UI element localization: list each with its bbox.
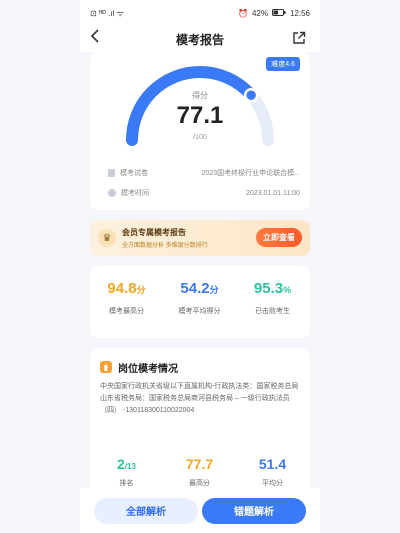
paper-value: 2023国考终极行业申论联合模... bbox=[201, 170, 300, 177]
score-label: 得分 bbox=[192, 91, 208, 100]
wrong-analysis-button[interactable]: 错题解析 bbox=[202, 497, 306, 524]
stat-average: 54.2分 模考平均得分 bbox=[163, 280, 236, 316]
share-icon[interactable] bbox=[292, 31, 306, 50]
paper-row: 模考试卷 2023国考终极行业申论联合模... bbox=[108, 166, 300, 180]
battery-level: 42% bbox=[251, 8, 268, 18]
score-total: /100 bbox=[193, 134, 207, 141]
stat-beaten-caption: 已击败考生 bbox=[255, 308, 290, 315]
position-title: 岗位模考情况 bbox=[118, 364, 178, 375]
stat-highest: 94.8分 模考最高分 bbox=[90, 280, 163, 316]
stat-highest-caption: 模考最高分 bbox=[109, 308, 144, 315]
alarm-icon: ⏰ bbox=[237, 8, 248, 18]
battery-icon bbox=[271, 8, 286, 18]
report-content: 难度4.6 得分 77.1 /100 模考试卷 2023国考终极行业申论联合模.… bbox=[80, 52, 320, 488]
vip-subtitle: 全方面数据分析 多维度分数排行 bbox=[122, 243, 208, 249]
status-left: ⊡ ᴴᴰ .ıl ᯤ bbox=[90, 8, 124, 19]
back-icon[interactable] bbox=[90, 29, 100, 48]
position-rank: 2/13 排名 bbox=[90, 456, 163, 488]
position-average: 51.4 平均分 bbox=[236, 456, 309, 488]
all-analysis-button[interactable]: 全部解析 bbox=[94, 497, 198, 524]
position-card: ▮ 岗位模考情况 中央国家行政机关省级以下直属机构-行政执法类：国家税务总局山东… bbox=[90, 348, 310, 488]
clock-icon bbox=[108, 189, 116, 197]
vip-title: 会员专属模考报告 bbox=[122, 228, 186, 237]
paper-label: 模考试卷 bbox=[120, 170, 148, 177]
stats-card: 94.8分 模考最高分 54.2分 模考平均得分 95.3% 已击败考生 bbox=[90, 266, 310, 338]
difficulty-badge: 难度4.6 bbox=[266, 57, 300, 71]
position-highest-value: 77.7 bbox=[185, 456, 214, 472]
stat-average-value: 54.2分 bbox=[180, 280, 219, 297]
stat-beaten-value: 95.3% bbox=[253, 280, 292, 297]
stat-beaten: 95.3% 已击败考生 bbox=[236, 280, 309, 316]
app-screen: ⊡ ᴴᴰ .ıl ᯤ ⏰ 42% 12:56 模考报告 难度4.6 得分 77.… bbox=[0, 0, 400, 533]
page-title: 模考报告 bbox=[175, 32, 224, 47]
clock: 12:56 bbox=[289, 8, 310, 18]
position-rank-value: 2/13 bbox=[117, 456, 136, 472]
time-row: 模考时间 2023.01.01 11:00 bbox=[108, 186, 300, 200]
view-now-button[interactable]: 立即查看 bbox=[256, 228, 302, 247]
bottom-bar: 全部解析 错题解析 bbox=[80, 488, 320, 533]
position-rank-caption: 排名 bbox=[119, 480, 134, 487]
position-average-caption: 平均分 bbox=[262, 480, 283, 487]
score-card: 难度4.6 得分 77.1 /100 模考试卷 2023国考终极行业申论联合模.… bbox=[90, 52, 310, 210]
time-label: 模考时间 bbox=[121, 190, 149, 197]
time-value: 2023.01.01 11:00 bbox=[246, 189, 300, 197]
status-right: ⏰ 42% 12:56 bbox=[237, 8, 310, 18]
score-value: 77.1 bbox=[176, 102, 224, 129]
vip-banner[interactable]: ♛ 会员专属模考报告 全方面数据分析 多维度分数排行 立即查看 bbox=[90, 220, 310, 256]
nav-bar: 模考报告 bbox=[80, 26, 320, 52]
position-description: 中央国家行政机关省级以下直属机构-行政执法类：国家税务总局山东省税务局：国家税务… bbox=[100, 383, 299, 414]
paper-icon bbox=[108, 169, 115, 177]
position-average-value: 51.4 bbox=[258, 456, 287, 472]
position-highest-caption: 最高分 bbox=[189, 480, 210, 487]
crown-icon: ♛ bbox=[98, 229, 116, 247]
stat-highest-value: 94.8分 bbox=[107, 280, 146, 297]
stat-average-caption: 模考平均得分 bbox=[178, 308, 221, 315]
position-highest: 77.7 最高分 bbox=[163, 456, 236, 488]
position-icon: ▮ bbox=[100, 361, 112, 373]
signal-icon: ⊡ ᴴᴰ .ıl ᯤ bbox=[90, 8, 124, 18]
status-bar: ⊡ ᴴᴰ .ıl ᯤ ⏰ 42% 12:56 bbox=[80, 0, 320, 26]
